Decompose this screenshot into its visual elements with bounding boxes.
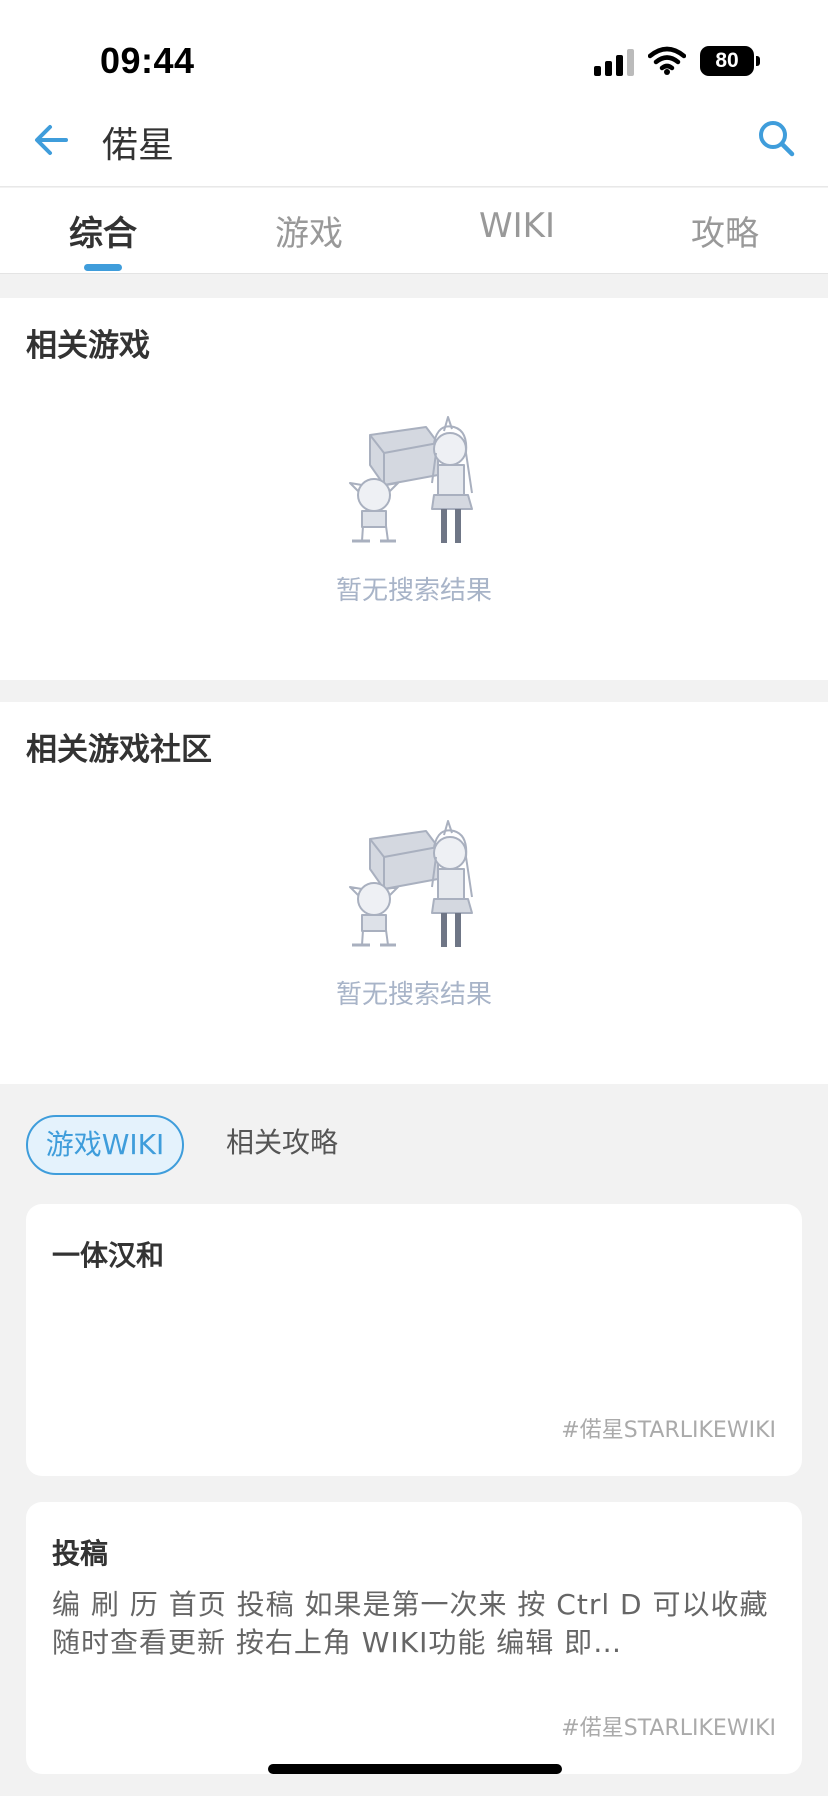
home-indicator[interactable] [268,1764,562,1774]
empty-state-illustration [349,416,473,543]
active-tab-indicator [84,264,122,271]
chip-related-guides[interactable]: 相关攻略 [226,1115,338,1175]
section-title: 相关游戏 [26,328,150,364]
empty-state-text: 暂无搜索结果 [335,980,492,1010]
cellular-signal-icon [594,49,634,76]
battery-icon: 80 [700,46,760,76]
status-bar: 09:44 80 [0,0,828,110]
card-title: 投稿 [52,1537,109,1570]
tab-wiki[interactable]: WIKI [442,206,592,246]
related-communities-section: 相关游戏社区 暂无搜索结果 [0,702,828,1084]
search-header: 偌星 [0,110,828,187]
search-query[interactable]: 偌星 [102,116,174,168]
tab-guides[interactable]: 攻略 [650,206,800,255]
chip-game-wiki[interactable]: 游戏WIKI [26,1115,184,1175]
tab-bar: 综合 游戏 WIKI 攻略 [0,188,828,274]
card-excerpt: 编 刷 历 首页 投稿 如果是第一次来 按 Ctrl D 可以收藏随时查看更新 … [52,1588,769,1659]
section-title: 相关游戏社区 [26,732,212,768]
card-tag[interactable]: #偌星STARLIKEWIKI [561,1412,776,1444]
battery-level: 80 [700,46,754,76]
wiki-filter-chips: 游戏WIKI 相关攻略 [0,1085,828,1185]
related-games-section: 相关游戏 暂无搜索结果 [0,298,828,680]
tab-overview[interactable]: 综合 [28,206,178,255]
search-icon[interactable] [756,118,796,158]
wiki-result-card[interactable]: 投稿 编 刷 历 首页 投稿 如果是第一次来 按 Ctrl D 可以收藏随时查看… [26,1502,802,1774]
back-arrow-icon[interactable] [30,118,74,162]
tab-games[interactable]: 游戏 [234,206,384,255]
empty-state-text: 暂无搜索结果 [335,576,492,606]
empty-state-illustration [349,820,473,947]
card-title: 一体汉和 [52,1239,165,1272]
wifi-icon [648,46,686,75]
card-tag[interactable]: #偌星STARLIKEWIKI [561,1710,776,1742]
wiki-result-card[interactable]: 一体汉和 #偌星STARLIKEWIKI [26,1204,802,1476]
status-time: 09:44 [100,40,195,81]
